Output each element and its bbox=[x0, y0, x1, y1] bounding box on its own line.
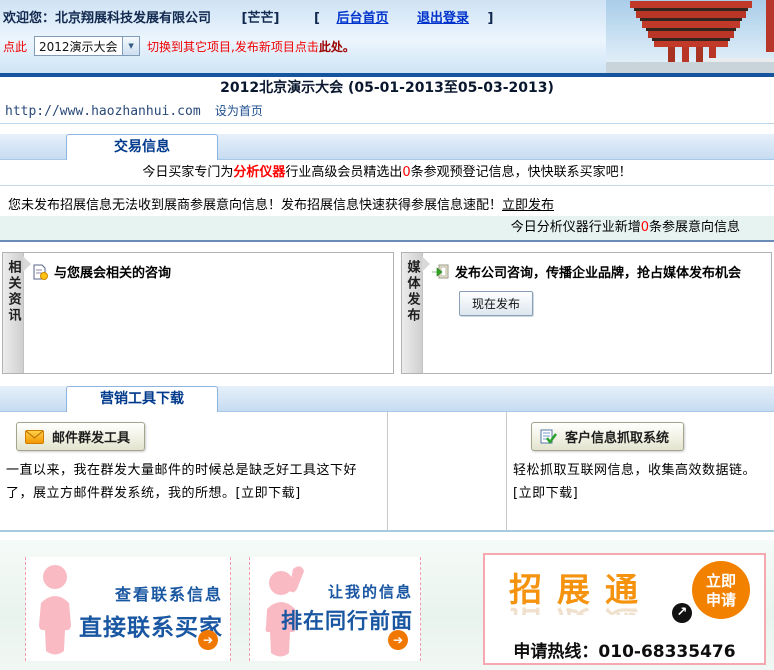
tab-trade-info[interactable]: 交易信息 bbox=[66, 134, 218, 160]
buyer-notice-pre: 今日买家专门为 bbox=[142, 165, 233, 180]
buyer-notice-mid: 行业高级会员精选出 bbox=[285, 165, 402, 180]
contact-buyers-banner[interactable]: 查看联系信息 直接联系买家 ➔ bbox=[25, 557, 231, 661]
welcome-row: 欢迎您：北京翔展科技发展有限公司 [芒芒] [ 后台首页 退出登录 ] bbox=[0, 0, 774, 26]
email-tool-desc: 一直以来，我在群发大量邮件的时候总是缺乏好工具这下好了，展立方邮件群发系统，我的… bbox=[6, 459, 373, 505]
buyer-notice-post: 条参观预登记信息，快快联系买家吧！ bbox=[411, 165, 632, 180]
chevron-decoration bbox=[422, 256, 430, 272]
empty-column bbox=[388, 412, 507, 530]
hotline-label: 申请热线： bbox=[513, 642, 598, 662]
email-tool-download-link[interactable]: [立即下载] bbox=[236, 486, 301, 501]
bracket-close: ] bbox=[488, 11, 494, 26]
stat-post: 条参展意向信息 bbox=[649, 220, 740, 235]
publish-warning-text: 您未发布招展信息无法收到展商参展意向信息！发布招展信息快速获得参展信息速配！ bbox=[8, 198, 502, 213]
panels-row: 相关资讯 与您展会相关的咨询 媒体发布 bbox=[0, 252, 774, 374]
logout-link[interactable]: 退出登录 bbox=[417, 11, 469, 26]
hotline-row: 申请热线：010-68335476 bbox=[485, 637, 764, 662]
document-check-icon bbox=[540, 429, 557, 444]
industry-highlight: 分析仪器 bbox=[233, 165, 285, 180]
switch-text-period: 。 bbox=[343, 38, 355, 55]
top-header: 欢迎您：北京翔展科技发展有限公司 [芒芒] [ 后台首页 退出登录 ] 点此 2… bbox=[0, 0, 774, 77]
apply-line1: 立即 bbox=[706, 572, 736, 590]
email-tool-desc-text: 一直以来，我在群发大量邮件的时候总是缺乏好工具这下好了，展立方邮件群发系统，我的… bbox=[6, 463, 357, 501]
banner2-line1: 让我的信息 bbox=[281, 581, 413, 602]
arrow-icon[interactable]: ➔ bbox=[198, 630, 218, 650]
create-project-link[interactable]: 此处 bbox=[319, 38, 343, 55]
grab-tool-desc-text: 轻松抓取互联网信息，收集高效数据链。 bbox=[513, 463, 756, 478]
media-release-content: 发布公司咨询，传播企业品牌，抢占媒体发布机会 现在发布 bbox=[423, 253, 771, 373]
publish-arrow-icon bbox=[431, 264, 449, 279]
rank-first-banner[interactable]: 让我的信息 排在同行前面 ➔ bbox=[249, 557, 421, 661]
email-icon bbox=[25, 430, 44, 444]
backstage-home-link[interactable]: 后台首页 bbox=[336, 11, 388, 26]
trade-tabbar: 交易信息 bbox=[0, 134, 774, 160]
chevron-decoration bbox=[23, 256, 31, 272]
project-switch-row: 点此 2012演示大会 ▼ 切换到其它项目,发布新项目点击此处。 bbox=[0, 36, 774, 56]
click-here-link[interactable]: 点此 bbox=[3, 38, 27, 55]
set-homepage-link[interactable]: 设为首页 bbox=[215, 104, 263, 118]
related-news-content: 与您展会相关的咨询 bbox=[24, 253, 393, 373]
document-icon bbox=[32, 264, 48, 280]
media-release-panel: 媒体发布 发布公司咨询，传播企业品牌，抢占媒体发布机会 现在发布 bbox=[401, 252, 772, 374]
apply-now-button[interactable]: 立即 申请 bbox=[692, 561, 750, 619]
email-tool-column: 邮件群发工具 一直以来，我在群发大量邮件的时候总是缺乏好工具这下好了，展立方邮件… bbox=[0, 412, 388, 530]
stat-pre: 今日分析仪器行业新增 bbox=[511, 220, 641, 235]
grab-tool-button[interactable]: 客户信息抓取系统 bbox=[531, 422, 684, 451]
related-news-label: 相关资讯 bbox=[4, 260, 23, 373]
banner1-line1: 查看联系信息 bbox=[79, 581, 223, 605]
email-tool-button[interactable]: 邮件群发工具 bbox=[16, 422, 145, 451]
event-title: 2012北京演示大会 (05-01-2013至05-03-2013) bbox=[0, 77, 774, 99]
media-release-label: 媒体发布 bbox=[403, 260, 422, 373]
publish-warning: 您未发布招展信息无法收到展商参展意向信息！发布招展信息快速获得参展信息速配！立即… bbox=[0, 186, 774, 216]
spacer bbox=[0, 532, 774, 540]
tools-tabbar: 营销工具下载 bbox=[0, 386, 774, 412]
daily-stat-strip: 今日分析仪器行业新增0条参展意向信息 bbox=[0, 216, 774, 242]
related-news-sidebar: 相关资讯 bbox=[3, 253, 24, 373]
intent-count: 0 bbox=[641, 220, 649, 235]
project-select-value: 2012演示大会 bbox=[39, 38, 118, 55]
user-nickname: [芒芒] bbox=[242, 11, 280, 26]
buyer-notice: 今日买家专门为分析仪器行业高级会员精选出0条参观预登记信息，快快联系买家吧！ bbox=[0, 160, 774, 186]
header-divider-bar bbox=[0, 73, 774, 77]
grab-tool-desc: 轻松抓取互联网信息，收集高效数据链。 [立即下载] bbox=[513, 459, 760, 505]
banner2-texts: 让我的信息 排在同行前面 bbox=[281, 581, 413, 635]
page: 欢迎您：北京翔展科技发展有限公司 [芒芒] [ 后台首页 退出登录 ] 点此 2… bbox=[0, 0, 774, 670]
arrow-icon[interactable]: ➔ bbox=[388, 630, 408, 650]
chevron-down-icon[interactable]: ▼ bbox=[122, 37, 139, 55]
spacer bbox=[0, 124, 774, 134]
curved-arrow-icon: ↗ bbox=[672, 603, 692, 623]
tab-marketing-tools[interactable]: 营销工具下载 bbox=[66, 386, 218, 412]
bracket-open: [ bbox=[314, 11, 320, 26]
welcome-text: 欢迎您：北京翔展科技发展有限公司 bbox=[3, 11, 211, 26]
publish-now-link[interactable]: 立即发布 bbox=[502, 198, 554, 213]
email-tool-label: 邮件群发工具 bbox=[52, 427, 130, 446]
grab-tool-download-link[interactable]: [立即下载] bbox=[513, 486, 578, 501]
site-url-row: http://www.haozhanhui.com 设为首页 bbox=[0, 99, 774, 124]
media-release-item: 发布公司咨询，传播企业品牌，抢占媒体发布机会 bbox=[455, 262, 741, 281]
spacer bbox=[0, 242, 774, 252]
site-url-link[interactable]: http://www.haozhanhui.com bbox=[5, 104, 201, 119]
brand-reflection: 招展通 bbox=[509, 601, 653, 615]
media-release-sidebar: 媒体发布 bbox=[402, 253, 423, 373]
registration-count: 0 bbox=[402, 165, 410, 180]
publish-now-button[interactable]: 现在发布 bbox=[459, 291, 533, 316]
apply-line2: 申请 bbox=[706, 591, 736, 609]
hotline-number: 010-68335476 bbox=[598, 642, 735, 662]
related-news-panel: 相关资讯 与您展会相关的咨询 bbox=[2, 252, 394, 374]
project-select[interactable]: 2012演示大会 ▼ bbox=[34, 36, 140, 56]
related-news-item[interactable]: 与您展会相关的咨询 bbox=[54, 262, 171, 281]
switch-project-text: 切换到其它项目,发布新项目点击 bbox=[147, 38, 319, 55]
download-section: 邮件群发工具 一直以来，我在群发大量邮件的时候总是缺乏好工具这下好了，展立方邮件… bbox=[0, 412, 774, 532]
grab-tool-label: 客户信息抓取系统 bbox=[565, 427, 669, 446]
spacer bbox=[0, 374, 774, 386]
grab-tool-column: 客户信息抓取系统 轻松抓取互联网信息，收集高效数据链。 [立即下载] bbox=[507, 412, 774, 530]
promo-banner-area: 查看联系信息 直接联系买家 ➔ 让我的信息 排在同行前面 ➔ 招展通 招展通 bbox=[0, 540, 774, 670]
zhaozhantong-banner[interactable]: 招展通 招展通 立即 申请 ↗ 申请热线：010-68335476 bbox=[483, 553, 766, 665]
brand-reflection-text: 招展通 bbox=[509, 601, 653, 615]
